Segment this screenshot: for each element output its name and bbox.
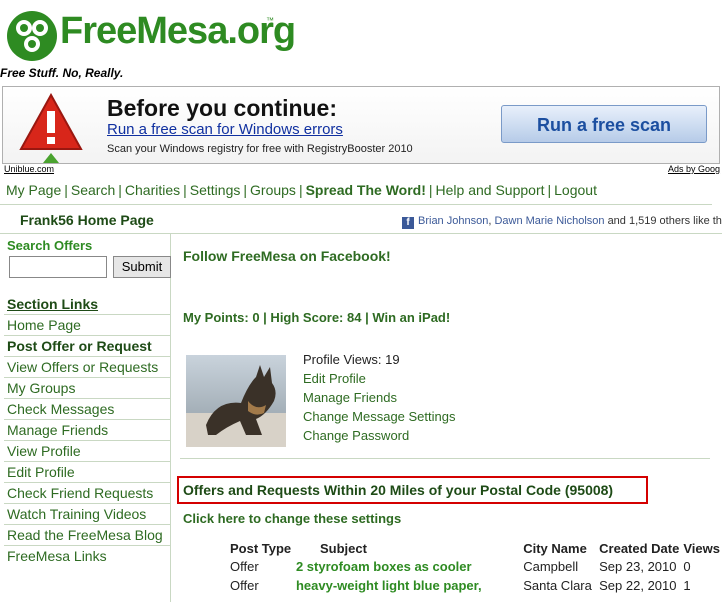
nav-search[interactable]: Search	[71, 182, 115, 198]
ad-source-link[interactable]: Uniblue.com	[4, 164, 54, 174]
nav-my-page[interactable]: My Page	[6, 182, 61, 198]
nav-spread-the-word[interactable]: Spread The Word!	[306, 182, 426, 198]
fb-friend-link[interactable]: Brian Johnson	[418, 215, 488, 227]
table-row[interactable]: Offer 2 styrofoam boxes as cooler Campbe…	[228, 557, 722, 576]
table-header-row: Post Type Subject City Name Created Date…	[228, 540, 722, 557]
sidebar-item-home-page[interactable]: Home Page	[4, 314, 170, 335]
nav-separator: |	[183, 182, 187, 198]
nav-separator: |	[243, 182, 248, 198]
sidebar-item-post-offer[interactable]: Post Offer or Request	[4, 335, 170, 356]
sidebar-item-view-offers[interactable]: View Offers or Requests	[4, 356, 170, 377]
main-nav: My Page | Search | Charities | Settings | Groups…	[6, 182, 597, 198]
cell-post-type: Offer	[230, 578, 259, 593]
nav-separator: |	[298, 182, 303, 198]
col-city-name[interactable]: City Name	[521, 540, 597, 557]
nav-help-and-support[interactable]: Help and Support	[436, 182, 545, 198]
cell-views: 0	[683, 559, 691, 574]
sidebar-item-manage-friends[interactable]: Manage Friends	[4, 419, 170, 440]
change-message-settings-link[interactable]: Change Message Settings	[303, 409, 455, 428]
change-settings-link[interactable]: Click here to change these settings	[183, 511, 401, 526]
sidebar-item-friend-requests[interactable]: Check Friend Requests	[4, 482, 170, 503]
sidebar-item-my-groups[interactable]: My Groups	[4, 377, 170, 398]
col-created-date[interactable]: Created Date	[597, 540, 681, 557]
sidebar-item-check-messages[interactable]: Check Messages	[4, 398, 170, 419]
sidebar-item-training-videos[interactable]: Watch Training Videos	[4, 503, 170, 524]
edit-profile-link[interactable]: Edit Profile	[303, 371, 455, 390]
submit-button[interactable]: Submit	[113, 256, 171, 278]
ad-banner[interactable]: Before you continue: Run a free scan for…	[2, 86, 720, 164]
offers-table: Post Type Subject City Name Created Date…	[228, 540, 722, 595]
ad-subtext: Scan your Windows registry for free with…	[107, 143, 413, 155]
profile-views: Profile Views: 19	[303, 352, 400, 367]
facebook-icon: f	[402, 217, 414, 229]
nav-logout[interactable]: Logout	[554, 182, 597, 198]
cell-views: 1	[683, 578, 691, 593]
nav-charities[interactable]: Charities	[125, 182, 180, 198]
nav-separator: |	[428, 182, 433, 198]
nav-groups[interactable]: Groups	[250, 182, 296, 198]
ads-by-link[interactable]: Ads by Goog	[668, 164, 720, 174]
nav-separator: |	[118, 182, 122, 198]
nav-divider	[0, 204, 712, 205]
fb-like-count: and 1,519 others like this	[607, 215, 722, 227]
logo-swirl-icon	[7, 11, 57, 61]
nav-separator: |	[64, 182, 68, 198]
warning-icon	[19, 93, 83, 163]
ad-link[interactable]: Run a free scan for Windows errors	[107, 121, 343, 138]
section-links: Home Page Post Offer or Request View Off…	[4, 314, 170, 566]
points-summary[interactable]: My Points: 0 | High Score: 84 | Win an i…	[183, 310, 450, 325]
tagline: Free Stuff. No, Really.	[0, 66, 124, 80]
run-scan-button[interactable]: Run a free scan	[501, 105, 707, 143]
site-name: FreeMesa.org	[60, 10, 296, 52]
ad-headline: Before you continue:	[107, 95, 338, 121]
follow-facebook-link[interactable]: Follow FreeMesa on Facebook!	[183, 248, 391, 264]
col-views[interactable]: Views	[681, 540, 722, 557]
sidebar: Search Offers Submit Section Links Home …	[4, 234, 171, 602]
table-row[interactable]: Offer heavy-weight light blue paper, San…	[228, 576, 722, 595]
cell-city: Santa Clara	[523, 578, 592, 593]
col-post-type[interactable]: Post Type	[228, 540, 294, 557]
sidebar-item-blog[interactable]: Read the FreeMesa Blog	[4, 524, 170, 545]
change-password-link[interactable]: Change Password	[303, 428, 455, 447]
manage-friends-link[interactable]: Manage Friends	[303, 390, 455, 409]
sidebar-item-edit-profile[interactable]: Edit Profile	[4, 461, 170, 482]
cell-date: Sep 23, 2010	[599, 559, 677, 574]
sidebar-item-view-profile[interactable]: View Profile	[4, 440, 170, 461]
section-links-heading: Section Links	[7, 296, 99, 312]
cell-post-type: Offer	[230, 559, 259, 574]
sidebar-item-freemesa-links[interactable]: FreeMesa Links	[4, 545, 170, 566]
cell-subject-link[interactable]: heavy-weight light blue paper,	[294, 576, 521, 595]
nav-separator: |	[547, 182, 552, 198]
offers-heading: Offers and Requests Within 20 Miles of y…	[183, 482, 614, 498]
facebook-like-bar: f Brian Johnson, Dawn Marie Nicholson and…	[402, 215, 722, 229]
nav-settings[interactable]: Settings	[190, 182, 241, 198]
profile-photo[interactable]	[186, 355, 286, 447]
profile-panel: Profile Views: 19 Edit Profile Manage Fr…	[303, 352, 455, 447]
search-offers-label: Search Offers	[7, 238, 93, 253]
col-subject[interactable]: Subject	[294, 540, 521, 557]
trademark: ™	[266, 16, 274, 25]
page-title: Frank56 Home Page	[20, 212, 154, 228]
cell-subject-link[interactable]: 2 styrofoam boxes as cooler	[294, 557, 521, 576]
cell-city: Campbell	[523, 559, 579, 574]
main-divider	[180, 458, 710, 459]
search-input[interactable]	[9, 256, 107, 278]
cell-date: Sep 22, 2010	[599, 578, 677, 593]
fb-friend-link[interactable]: Dawn Marie Nicholson	[494, 215, 604, 227]
